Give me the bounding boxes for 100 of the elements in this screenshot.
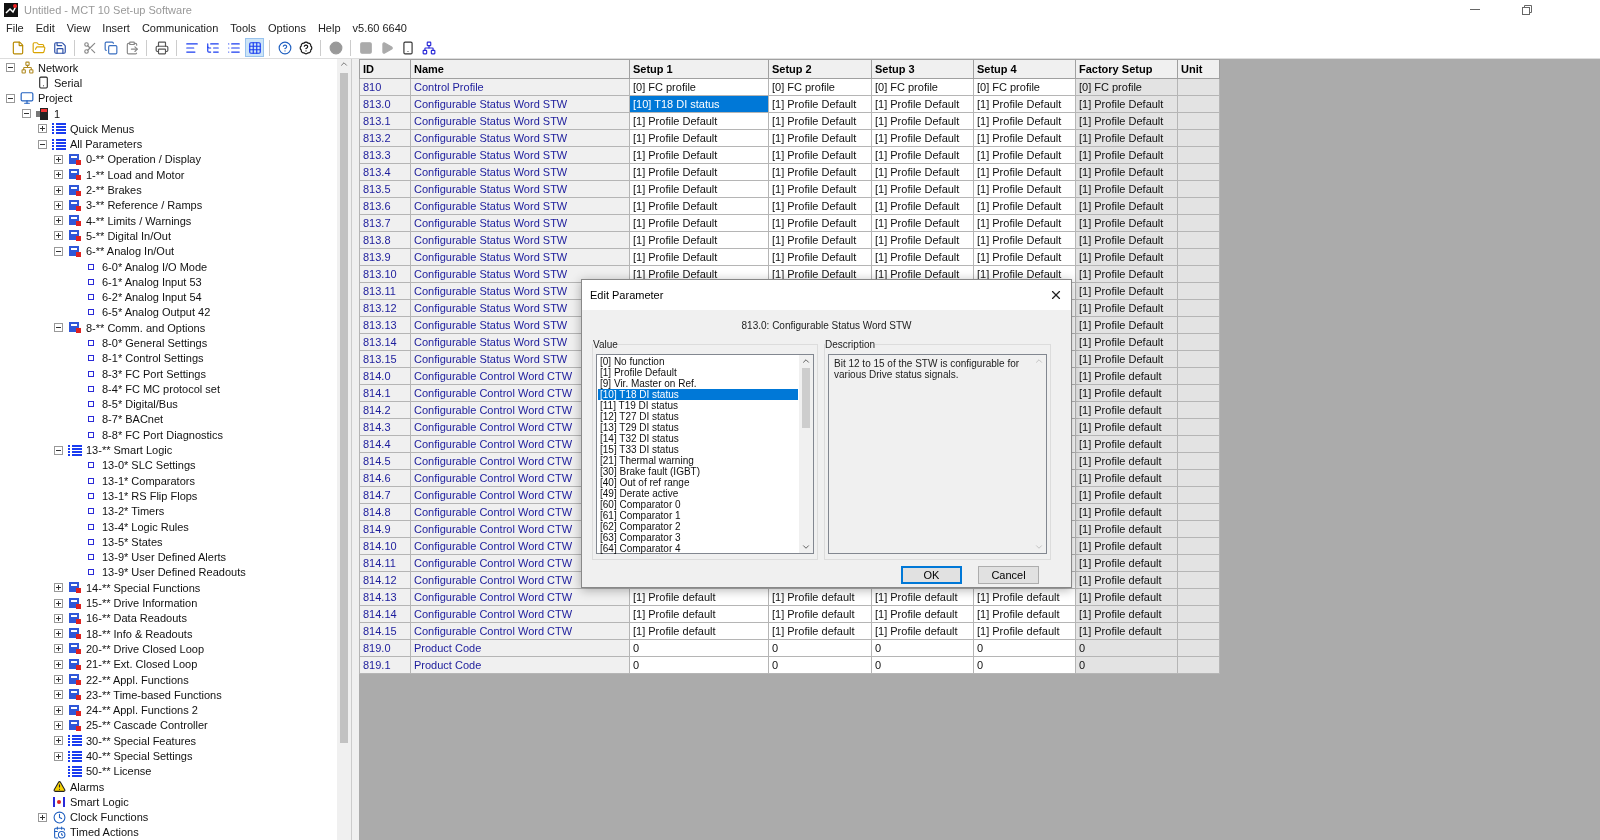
tree-item[interactable]: Timed Actions xyxy=(68,826,139,839)
tree-item[interactable]: 1-** Load and Motor xyxy=(84,168,185,181)
expand-toggle[interactable] xyxy=(53,629,63,639)
tree-item[interactable]: 20-** Drive Closed Loop xyxy=(84,642,204,655)
tree-item[interactable]: 16-** Data Readouts xyxy=(84,612,187,625)
column-header[interactable]: Name xyxy=(410,59,630,79)
tree-item[interactable]: 40-** Special Settings xyxy=(84,750,193,762)
expand-toggle[interactable] xyxy=(53,583,63,593)
expand-toggle[interactable] xyxy=(53,751,63,761)
cancel-button[interactable]: Cancel xyxy=(978,566,1039,584)
menu-item[interactable]: Insert xyxy=(102,22,130,34)
tree-item[interactable]: 2-** Brakes xyxy=(84,184,142,196)
ok-button[interactable]: OK xyxy=(901,566,962,584)
tree-item[interactable]: 13-5* States xyxy=(100,535,163,548)
column-header[interactable]: Setup 4 xyxy=(973,59,1076,79)
column-header[interactable]: ID xyxy=(359,59,411,79)
tree-item[interactable]: All Parameters xyxy=(68,138,143,151)
column-header[interactable]: Unit xyxy=(1177,59,1220,79)
tree-item[interactable]: 23-** Time-based Functions xyxy=(84,688,222,701)
tree-item[interactable]: 8-4* FC MC protocol set xyxy=(100,382,220,395)
expand-toggle[interactable] xyxy=(53,598,63,608)
collapse-toggle[interactable] xyxy=(5,93,15,103)
tree-item[interactable]: 3-** Reference / Ramps xyxy=(84,199,203,212)
tree-item[interactable]: 1 xyxy=(52,107,61,120)
list-option[interactable]: [10] T18 DI status xyxy=(598,389,798,400)
expand-toggle[interactable] xyxy=(53,231,63,241)
tree-item[interactable]: 8-8* FC Port Diagnostics xyxy=(100,428,224,441)
tree-item[interactable]: 21-** Ext. Closed Loop xyxy=(84,658,198,671)
menu-item[interactable]: Edit xyxy=(35,22,55,34)
grid-view-button[interactable] xyxy=(245,38,264,57)
value-list[interactable] xyxy=(596,354,814,554)
menu-item[interactable]: Communication xyxy=(141,22,219,34)
tree-item[interactable]: 8-** Comm. and Options xyxy=(84,321,206,334)
collapse-toggle[interactable] xyxy=(53,246,63,256)
tree-item[interactable]: 6-5* Analog Output 42 xyxy=(100,306,211,319)
column-header[interactable]: Setup 2 xyxy=(768,59,872,79)
tree-item[interactable]: Smart Logic xyxy=(68,795,129,808)
tree-item[interactable]: 13-9* User Defined Readouts xyxy=(100,566,246,579)
column-header[interactable]: Factory Setup xyxy=(1075,59,1178,79)
tree-item[interactable]: 0-** Operation / Display xyxy=(84,153,201,166)
menu-item[interactable]: View xyxy=(66,22,91,34)
expand-toggle[interactable] xyxy=(53,675,63,684)
tree-item[interactable]: 13-1* RS Flip Flops xyxy=(100,489,198,502)
collapse-toggle[interactable] xyxy=(37,139,47,149)
restore-icon[interactable] xyxy=(1522,4,1532,15)
collapse-toggle[interactable] xyxy=(21,109,31,119)
menu-item[interactable]: Options xyxy=(268,22,306,34)
expand-toggle[interactable] xyxy=(53,613,63,623)
tree-item[interactable]: 8-1* Control Settings xyxy=(100,352,204,365)
expand-toggle[interactable] xyxy=(53,200,63,210)
tree-item[interactable]: 30-** Special Features xyxy=(84,734,197,747)
tree-item[interactable]: 4-** Limits / Warnings xyxy=(84,214,192,227)
expand-toggle[interactable] xyxy=(53,170,63,180)
tree-item[interactable]: 5-** Digital In/Out xyxy=(84,229,171,242)
tree-item[interactable]: Serial xyxy=(52,76,83,89)
close-button[interactable] xyxy=(1049,288,1063,302)
tree-item[interactable]: 15-** Drive Information xyxy=(84,597,198,610)
expand-toggle[interactable] xyxy=(53,216,63,226)
tree-item[interactable]: 6-2* Analog Input 54 xyxy=(100,291,202,304)
column-header[interactable]: Setup 1 xyxy=(629,59,769,79)
tree-item[interactable]: 6-** Analog In/Out xyxy=(84,245,175,258)
tree-item[interactable]: 13-1* Comparators xyxy=(100,474,195,487)
tree-item[interactable]: 13-0* SLC Settings xyxy=(100,459,196,472)
scroll-thumb[interactable] xyxy=(802,368,810,428)
expand-toggle[interactable] xyxy=(53,690,63,700)
expand-toggle[interactable] xyxy=(37,124,47,134)
scrollbar[interactable] xyxy=(337,59,351,840)
expand-toggle[interactable] xyxy=(53,154,63,164)
tree-item[interactable]: 8-3* FC Port Settings xyxy=(100,367,206,380)
expand-toggle[interactable] xyxy=(53,659,63,669)
scrollbar[interactable] xyxy=(799,355,813,553)
tree-item[interactable]: 6-1* Analog Input 53 xyxy=(100,275,202,288)
tree-item[interactable]: 13-2* Timers xyxy=(100,505,165,518)
expand-toggle[interactable] xyxy=(37,812,47,822)
collapse-toggle[interactable] xyxy=(53,323,63,333)
collapse-toggle[interactable] xyxy=(5,63,15,73)
tree-item[interactable]: Project xyxy=(36,92,73,105)
tree-item[interactable]: 13-9* User Defined Alerts xyxy=(100,551,227,564)
column-header[interactable]: Setup 3 xyxy=(871,59,974,79)
tree-item[interactable]: 8-7* BACnet xyxy=(100,413,164,426)
tree-item[interactable]: 6-0* Analog I/O Mode xyxy=(100,260,208,273)
tree-item[interactable]: 14-** Special Functions xyxy=(84,581,201,594)
tree-item[interactable]: 22-** Appl. Functions xyxy=(84,673,189,686)
tree-item[interactable]: 18-** Info & Readouts xyxy=(84,627,193,640)
tree-item[interactable]: 13-** Smart Logic xyxy=(84,444,173,457)
collapse-toggle[interactable] xyxy=(53,445,63,455)
tree-item[interactable]: 25-** Cascade Controller xyxy=(84,719,208,732)
tree-item[interactable]: Quick Menus xyxy=(68,122,135,135)
tree-item[interactable]: Alarms xyxy=(68,780,105,793)
menu-item[interactable]: Help xyxy=(317,22,341,34)
menu-item[interactable]: Tools xyxy=(230,22,256,34)
tree-item[interactable]: 50-** License xyxy=(84,765,152,778)
tree-item[interactable]: 8-5* Digital/Bus xyxy=(100,398,178,411)
tree-item[interactable]: 24-** Appl. Functions 2 xyxy=(84,704,198,717)
tree-item[interactable]: Network xyxy=(36,61,79,74)
tree-item[interactable]: 8-0* General Settings xyxy=(100,337,208,349)
tree-item[interactable]: 13-4* Logic Rules xyxy=(100,520,189,533)
expand-toggle[interactable] xyxy=(53,705,63,715)
expand-toggle[interactable] xyxy=(53,720,63,730)
tree-item[interactable]: Clock Functions xyxy=(68,811,149,824)
